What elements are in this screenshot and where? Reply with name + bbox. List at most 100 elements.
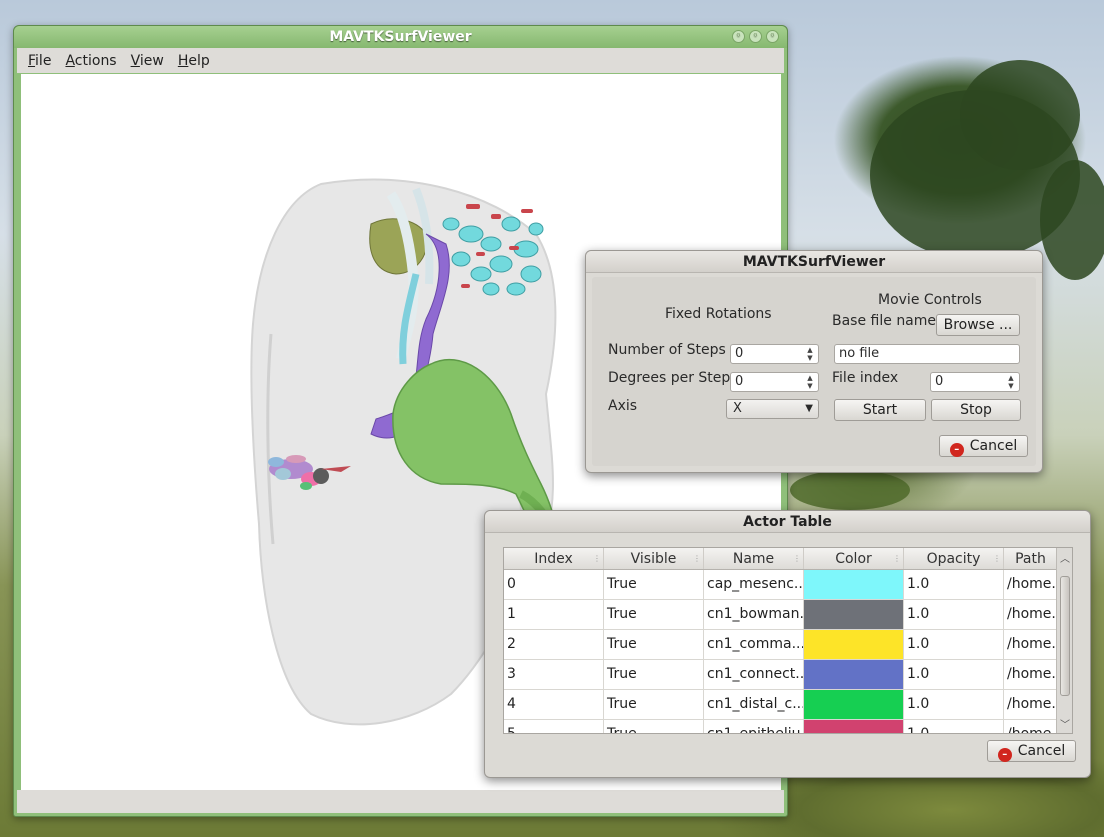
- stop-button[interactable]: Stop: [931, 399, 1021, 421]
- close-icon[interactable]: ◦: [766, 30, 779, 43]
- cell-opacity[interactable]: 1.0: [904, 600, 1004, 629]
- cell-name[interactable]: cn1_distal_c...: [704, 690, 804, 719]
- cell-index[interactable]: 5: [504, 720, 604, 733]
- cell-opacity[interactable]: 1.0: [904, 570, 1004, 599]
- file-index-spinbox[interactable]: 0 ▲ ▼: [930, 372, 1020, 392]
- window-title: MAVTKSurfViewer: [329, 29, 472, 45]
- table-row[interactable]: 5Truecn1_epitheliu... 1.0/home...: [504, 720, 1072, 733]
- scroll-up-icon[interactable]: ︿: [1057, 550, 1072, 565]
- background-tree: [960, 60, 1080, 170]
- scroll-down-icon[interactable]: ﹀: [1057, 716, 1072, 731]
- base-file-name-label: Base file name: [832, 313, 937, 329]
- table-row[interactable]: 4Truecn1_distal_c... 1.0/home...: [504, 690, 1072, 720]
- cell-path[interactable]: /home...: [1004, 660, 1058, 689]
- cell-index[interactable]: 0: [504, 570, 604, 599]
- axis-label: Axis: [608, 398, 638, 414]
- column-header-opacity[interactable]: Opacity ⋮: [904, 548, 1004, 569]
- table-body: 0Truecap_mesenc...1.0/home...1Truecn1_bo…: [504, 570, 1072, 733]
- cell-opacity[interactable]: 1.0: [904, 720, 1004, 733]
- color-swatch[interactable]: [804, 630, 903, 659]
- scrollbar-thumb[interactable]: [1060, 576, 1070, 696]
- cell-path[interactable]: /home...: [1004, 600, 1058, 629]
- actor-table-title[interactable]: Actor Table: [485, 511, 1090, 533]
- main-window-titlebar[interactable]: MAVTKSurfViewer ◦ ◦ ◦: [14, 26, 787, 48]
- color-swatch[interactable]: [804, 690, 903, 719]
- column-header-color[interactable]: Color ⋮: [804, 548, 904, 569]
- cell-color[interactable]: [804, 660, 904, 689]
- cell-color[interactable]: [804, 690, 904, 719]
- cell-visible[interactable]: True: [604, 660, 704, 689]
- column-header-visible[interactable]: Visible ⋮: [604, 548, 704, 569]
- cell-visible[interactable]: True: [604, 570, 704, 599]
- actor-table-cancel-button[interactable]: – Cancel: [987, 740, 1076, 762]
- cell-path[interactable]: /home...: [1004, 690, 1058, 719]
- spin-arrows-icon[interactable]: ▲ ▼: [804, 374, 816, 390]
- cell-color[interactable]: [804, 600, 904, 629]
- controls-cancel-button[interactable]: – Cancel: [939, 435, 1028, 457]
- cell-visible[interactable]: True: [604, 720, 704, 733]
- movie-controls-heading: Movie Controls: [878, 292, 982, 308]
- actor-table: Index ⋮ Visible ⋮ Name ⋮ Color ⋮ Opacity ⋮ Pa…: [503, 547, 1073, 734]
- cell-opacity[interactable]: 1.0: [904, 660, 1004, 689]
- cell-name[interactable]: cn1_comma...: [704, 630, 804, 659]
- controls-dialog-title[interactable]: MAVTKSurfViewer: [586, 251, 1042, 273]
- cancel-icon: –: [997, 748, 1012, 762]
- actor-table-dialog: Actor Table Index ⋮ Visible ⋮ Name ⋮ Color ⋮…: [484, 510, 1091, 778]
- color-swatch[interactable]: [804, 660, 903, 689]
- column-header-index[interactable]: Index ⋮: [504, 548, 604, 569]
- minimize-icon[interactable]: ◦: [732, 30, 745, 43]
- cell-index[interactable]: 4: [504, 690, 604, 719]
- background-tree: [1040, 160, 1104, 280]
- table-row[interactable]: 2Truecn1_comma... 1.0/home...: [504, 630, 1072, 660]
- cell-path[interactable]: /home...: [1004, 630, 1058, 659]
- start-button[interactable]: Start: [834, 399, 926, 421]
- cell-index[interactable]: 1: [504, 600, 604, 629]
- base-file-name-input[interactable]: no file: [834, 344, 1020, 364]
- cell-visible[interactable]: True: [604, 690, 704, 719]
- cell-color[interactable]: [804, 570, 904, 599]
- cell-index[interactable]: 2: [504, 630, 604, 659]
- cell-name[interactable]: cn1_connect...: [704, 660, 804, 689]
- controls-dialog-body: Fixed Rotations Movie Controls Base file…: [592, 277, 1036, 466]
- column-header-name[interactable]: Name ⋮: [704, 548, 804, 569]
- cell-visible[interactable]: True: [604, 600, 704, 629]
- table-header: Index ⋮ Visible ⋮ Name ⋮ Color ⋮ Opacity ⋮ Pa…: [504, 548, 1072, 570]
- browse-button[interactable]: Browse ...: [936, 314, 1020, 336]
- color-swatch[interactable]: [804, 720, 903, 733]
- cell-name[interactable]: cn1_epitheliu...: [704, 720, 804, 733]
- spin-arrows-icon[interactable]: ▲ ▼: [804, 346, 816, 362]
- menu-actions[interactable]: Actions: [60, 53, 121, 69]
- cell-opacity[interactable]: 1.0: [904, 690, 1004, 719]
- cell-index[interactable]: 3: [504, 660, 604, 689]
- cell-opacity[interactable]: 1.0: [904, 630, 1004, 659]
- cell-visible[interactable]: True: [604, 630, 704, 659]
- number-of-steps-label: Number of Steps: [608, 342, 726, 358]
- file-index-label: File index: [832, 370, 899, 386]
- statusbar: [17, 790, 784, 813]
- chevron-down-icon: ▼: [805, 403, 813, 414]
- menu-help[interactable]: Help: [173, 53, 215, 69]
- menu-file[interactable]: File: [23, 53, 56, 69]
- fixed-rotations-heading: Fixed Rotations: [665, 306, 772, 322]
- table-scrollbar[interactable]: ︿ ﹀: [1056, 548, 1072, 733]
- degrees-per-step-label: Degrees per Step: [608, 370, 731, 386]
- cell-name[interactable]: cap_mesenc...: [704, 570, 804, 599]
- degrees-per-step-spinbox[interactable]: 0 ▲ ▼: [730, 372, 819, 392]
- number-of-steps-spinbox[interactable]: 0 ▲ ▼: [730, 344, 819, 364]
- cell-path[interactable]: /home...: [1004, 570, 1058, 599]
- table-row[interactable]: 0Truecap_mesenc... 1.0/home...: [504, 570, 1072, 600]
- table-row[interactable]: 3Truecn1_connect... 1.0/home...: [504, 660, 1072, 690]
- menu-view[interactable]: View: [126, 53, 169, 69]
- column-header-path[interactable]: Path: [1004, 548, 1058, 569]
- window-controls: ◦ ◦ ◦: [732, 30, 779, 43]
- color-swatch[interactable]: [804, 600, 903, 629]
- spin-arrows-icon[interactable]: ▲ ▼: [1005, 374, 1017, 390]
- maximize-icon[interactable]: ◦: [749, 30, 762, 43]
- cell-path[interactable]: /home...: [1004, 720, 1058, 733]
- cell-color[interactable]: [804, 720, 904, 733]
- color-swatch[interactable]: [804, 570, 903, 599]
- table-row[interactable]: 1Truecn1_bowman... 1.0/home...: [504, 600, 1072, 630]
- axis-select[interactable]: X ▼: [726, 399, 819, 419]
- cell-name[interactable]: cn1_bowman...: [704, 600, 804, 629]
- cell-color[interactable]: [804, 630, 904, 659]
